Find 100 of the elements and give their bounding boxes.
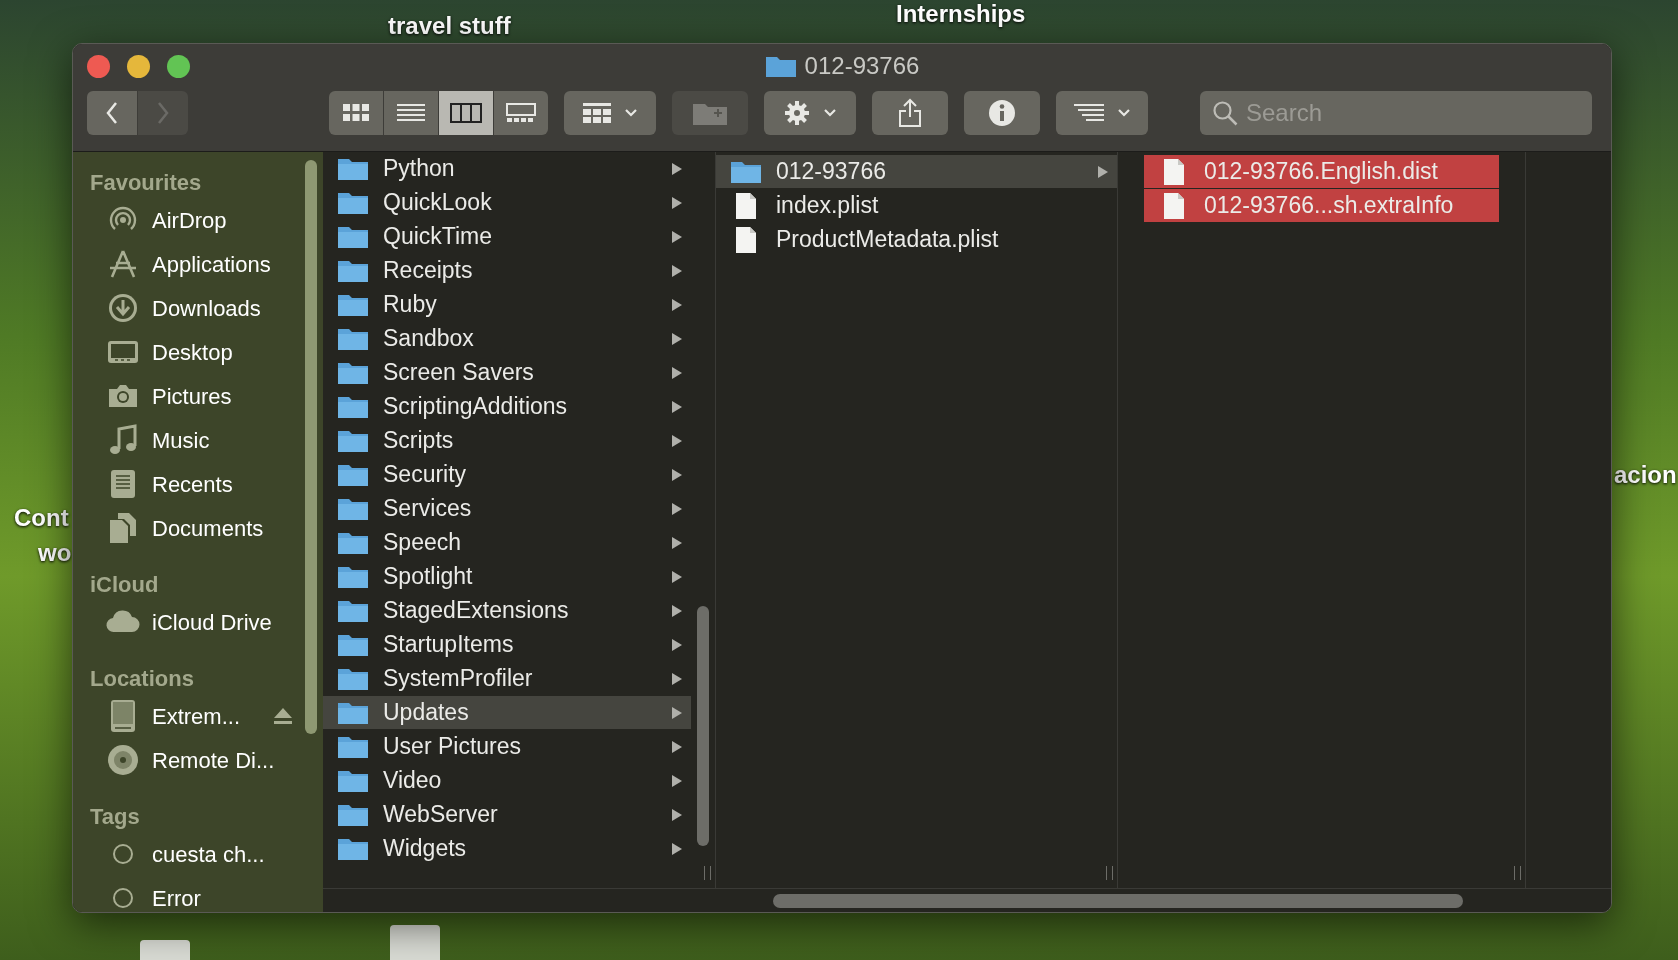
sidebar-item[interactable]: Remote Di...: [90, 738, 323, 782]
file-row[interactable]: 012-93766...sh.extraInfo: [1144, 189, 1499, 222]
disclosure-arrow-icon[interactable]: [671, 365, 683, 380]
file-row[interactable]: StartupItems: [323, 628, 691, 661]
disclosure-arrow-icon[interactable]: [671, 195, 683, 210]
file-row[interactable]: ScriptingAdditions: [323, 390, 691, 423]
file-row[interactable]: Updates: [323, 696, 691, 729]
file-row[interactable]: Scripts: [323, 424, 691, 457]
sidebar-item-label: Pictures: [152, 382, 233, 411]
disclosure-arrow-icon[interactable]: [671, 467, 683, 482]
folder-icon: [337, 258, 369, 283]
desktop-icon-label[interactable]: Cont: [14, 500, 69, 536]
file-row[interactable]: SystemProfiler: [323, 662, 691, 695]
action-button[interactable]: [764, 91, 856, 135]
file-name: Video: [383, 766, 443, 796]
chevron-left-icon: [105, 101, 119, 125]
view-mode-button[interactable]: [329, 91, 383, 135]
file-row[interactable]: Video: [323, 764, 691, 797]
disclosure-arrow-icon[interactable]: [671, 841, 683, 856]
disclosure-arrow-icon[interactable]: [1097, 164, 1109, 179]
horizontal-scrollbar[interactable]: [773, 893, 1463, 908]
share-button[interactable]: [872, 91, 948, 135]
disclosure-arrow-icon[interactable]: [671, 637, 683, 652]
folder-icon: [337, 836, 369, 861]
file-row[interactable]: Screen Savers: [323, 356, 691, 389]
back-button[interactable]: [87, 91, 137, 135]
file-row[interactable]: Security: [323, 458, 691, 491]
desktop-icon-label[interactable]: acion: [1614, 457, 1677, 493]
file-row[interactable]: QuickTime: [323, 220, 691, 253]
disclosure-arrow-icon[interactable]: [671, 331, 683, 346]
file-row[interactable]: Sandbox: [323, 322, 691, 355]
sidebar-item-label: AirDrop: [152, 206, 228, 235]
folder-icon: [337, 734, 369, 759]
column-scrollbar[interactable]: [697, 606, 709, 846]
window-title: 012-93766: [804, 51, 920, 81]
minimize-button[interactable]: [127, 55, 150, 78]
file-row[interactable]: StagedExtensions: [323, 594, 691, 627]
disclosure-arrow-icon[interactable]: [671, 671, 683, 686]
sidebar-item[interactable]: Applications: [90, 242, 323, 286]
disclosure-arrow-icon[interactable]: [671, 263, 683, 278]
column-resize-handle[interactable]: [1514, 866, 1521, 880]
file-row[interactable]: QuickLook: [323, 186, 691, 219]
documents-icon: [108, 512, 138, 544]
sidebar-item[interactable]: Downloads: [90, 286, 323, 330]
eject-icon[interactable]: [273, 707, 293, 725]
file-row[interactable]: Receipts: [323, 254, 691, 287]
close-button[interactable]: [87, 55, 110, 78]
sort-button[interactable]: [1056, 91, 1148, 135]
disclosure-arrow-icon[interactable]: [671, 739, 683, 754]
file-row[interactable]: User Pictures: [323, 730, 691, 763]
zoom-button[interactable]: [167, 55, 190, 78]
sidebar-item[interactable]: cuesta ch...: [90, 832, 323, 876]
file-row[interactable]: 012-93766.English.dist: [1144, 155, 1499, 188]
folder-icon: [337, 666, 369, 691]
file-row[interactable]: WebServer: [323, 798, 691, 831]
sidebar-heading: Favourites: [90, 168, 203, 197]
disclosure-arrow-icon[interactable]: [671, 501, 683, 516]
view-mode-button[interactable]: [384, 91, 438, 135]
file-row[interactable]: 012-93766: [716, 155, 1117, 188]
sidebar-item[interactable]: Desktop: [90, 330, 323, 374]
file-row[interactable]: Widgets: [323, 832, 691, 865]
sidebar-item[interactable]: iCloud Drive: [90, 600, 323, 644]
disclosure-arrow-icon[interactable]: [671, 603, 683, 618]
view-mode-button[interactable]: [494, 91, 548, 135]
desktop-icon-label[interactable]: travel stuff: [388, 8, 511, 44]
disclosure-arrow-icon[interactable]: [671, 399, 683, 414]
column-resize-handle[interactable]: [704, 866, 711, 880]
disclosure-arrow-icon[interactable]: [671, 569, 683, 584]
sidebar-scrollbar[interactable]: [305, 160, 317, 734]
file-row[interactable]: Spotlight: [323, 560, 691, 593]
disclosure-arrow-icon[interactable]: [671, 705, 683, 720]
sidebar-item[interactable]: Music: [90, 418, 323, 462]
file-row[interactable]: Ruby: [323, 288, 691, 321]
file-row[interactable]: Speech: [323, 526, 691, 559]
file-row[interactable]: Services: [323, 492, 691, 525]
group-button[interactable]: [564, 91, 656, 135]
desktop-icon-label[interactable]: Internships: [896, 0, 1026, 32]
disclosure-arrow-icon[interactable]: [671, 433, 683, 448]
sidebar-item[interactable]: AirDrop: [90, 198, 323, 242]
sidebar-item[interactable]: Extrem...: [90, 694, 323, 738]
sidebar-item[interactable]: Documents: [90, 506, 323, 550]
disclosure-arrow-icon[interactable]: [671, 297, 683, 312]
view-mode-button[interactable]: [439, 91, 493, 135]
sidebar-item[interactable]: Recents: [90, 462, 323, 506]
disclosure-arrow-icon[interactable]: [671, 807, 683, 822]
sidebar-item[interactable]: Pictures: [90, 374, 323, 418]
disclosure-arrow-icon[interactable]: [671, 773, 683, 788]
disclosure-arrow-icon[interactable]: [671, 161, 683, 176]
file-row[interactable]: ProductMetadata.plist: [716, 223, 1117, 256]
disclosure-arrow-icon[interactable]: [671, 229, 683, 244]
info-button[interactable]: [964, 91, 1040, 135]
file-name: Receipts: [383, 256, 474, 286]
file-name: Python: [383, 154, 456, 184]
sidebar-item[interactable]: Error: [90, 876, 323, 912]
disclosure-arrow-icon[interactable]: [671, 535, 683, 550]
document-icon: [735, 225, 757, 254]
file-row[interactable]: Python: [323, 152, 691, 185]
file-row[interactable]: index.plist: [716, 189, 1117, 222]
applications-icon: [107, 248, 139, 280]
column-resize-handle[interactable]: [1106, 866, 1113, 880]
